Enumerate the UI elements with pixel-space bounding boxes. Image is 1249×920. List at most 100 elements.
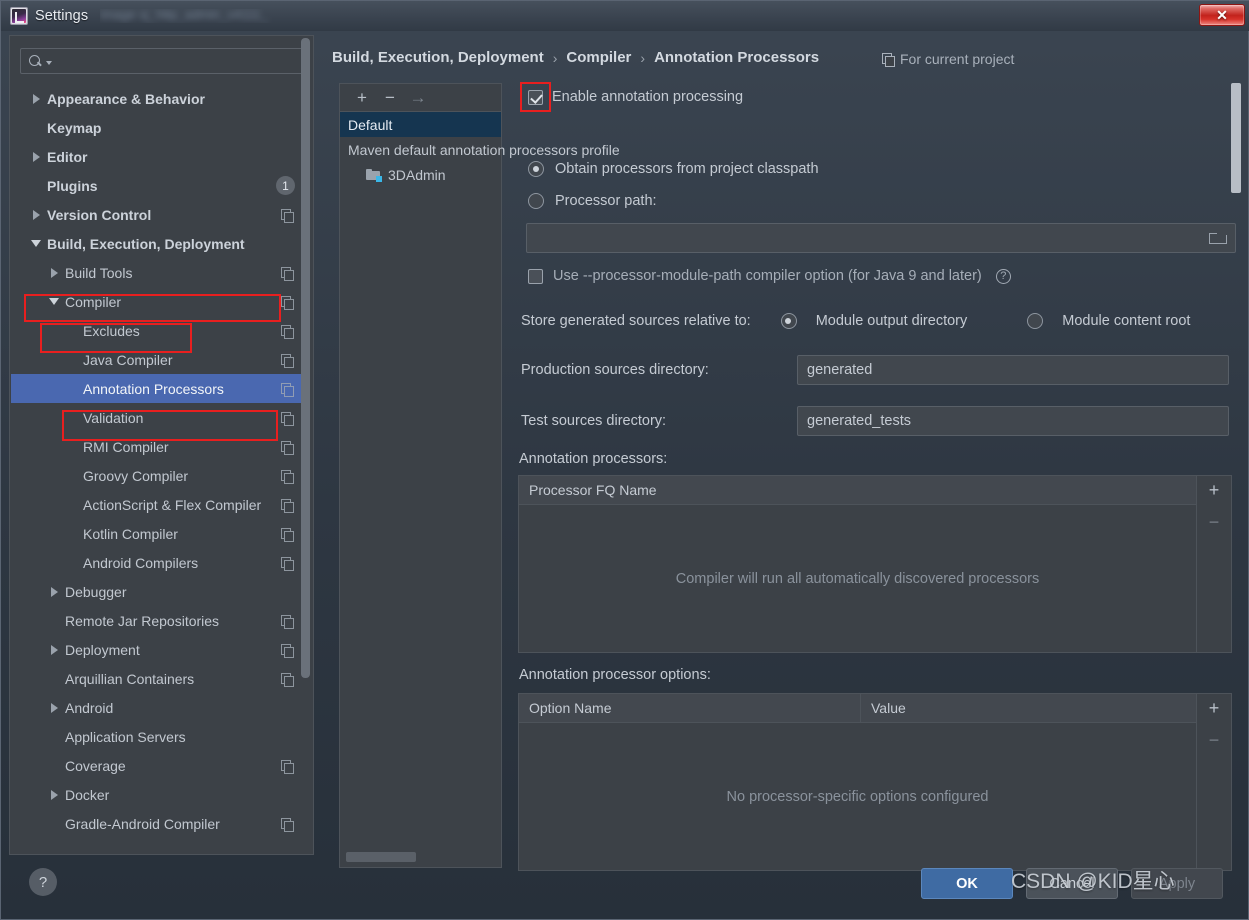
add-profile-button[interactable]: + [348, 86, 376, 110]
search-input[interactable] [52, 53, 302, 69]
project-scope-icon [281, 295, 294, 310]
production-sources-input[interactable]: generated [797, 355, 1229, 385]
project-scope-icon [882, 53, 895, 67]
remove-processor-button[interactable]: − [1209, 513, 1220, 531]
chevron-right-icon[interactable] [47, 267, 61, 278]
settings-sidebar: Appearance & Behavior Keymap Editor Plugins… [9, 35, 314, 855]
help-icon[interactable]: ? [995, 268, 1011, 284]
project-scope-icon [281, 643, 294, 658]
processor-module-path-checkbox[interactable] [528, 268, 543, 284]
column-header-option-name[interactable]: Option Name [519, 694, 860, 722]
test-sources-row: Test sources directory: generated_tests [521, 406, 1229, 436]
module-content-root-radio[interactable] [1027, 313, 1044, 329]
sidebar-item-compiler[interactable]: Compiler [11, 287, 307, 316]
options-table-body[interactable]: No processor-specific options configured [519, 723, 1196, 870]
sidebar-item-arquillian-containers[interactable]: Arquillian Containers [11, 664, 307, 693]
content-scrollbar[interactable] [1231, 83, 1241, 868]
breadcrumb-item-1[interactable]: Compiler [566, 49, 631, 66]
sidebar-item-label: Appearance & Behavior [47, 90, 205, 107]
search-box[interactable] [20, 48, 303, 74]
column-header-value[interactable]: Value [860, 694, 1196, 722]
column-header-processor-fq-name[interactable]: Processor FQ Name [519, 476, 1196, 504]
sidebar-item-plugins[interactable]: Plugins 1 [11, 171, 307, 200]
chevron-right-icon[interactable] [29, 209, 43, 220]
processors-table-body[interactable]: Compiler will run all automatically disc… [519, 505, 1196, 652]
sidebar-item-deployment[interactable]: Deployment [11, 635, 307, 664]
sidebar-item-java-compiler[interactable]: Java Compiler [11, 345, 307, 374]
sidebar-item-remote-jar-repositories[interactable]: Remote Jar Repositories [11, 606, 307, 635]
title-bar: Settings image xj_http_admin_v4111_ ✕ [1, 1, 1249, 31]
sidebar-item-build-execution-deployment[interactable]: Build, Execution, Deployment [11, 229, 307, 258]
sidebar-item-gradle-android-compiler[interactable]: Gradle-Android Compiler [11, 809, 307, 838]
processor-path-row[interactable]: Processor path: [528, 193, 657, 209]
sidebar-item-validation[interactable]: Validation [11, 403, 307, 432]
sidebar-item-actionscript-flex-compiler[interactable]: ActionScript & Flex Compiler [11, 490, 307, 519]
profile-list-item[interactable]: Default [340, 112, 501, 137]
profile-list-item-label: Default [348, 116, 393, 133]
sidebar-item-build-tools[interactable]: Build Tools [11, 258, 307, 287]
annotation-processor-options-title: Annotation processor options: [519, 667, 711, 683]
sidebar-scrollbar[interactable] [301, 38, 310, 804]
profile-list-item-label: Maven default annotation processors prof… [348, 141, 620, 158]
folder-icon[interactable] [1209, 231, 1227, 245]
sidebar-item-application-servers[interactable]: Application Servers [11, 722, 307, 751]
obtain-from-classpath-row[interactable]: Obtain processors from project classpath [528, 161, 819, 177]
sidebar-item-label: Kotlin Compiler [83, 525, 178, 542]
add-processor-button[interactable]: + [1209, 481, 1220, 499]
processors-table-grid: Processor FQ Name Compiler will run all … [519, 476, 1197, 652]
profile-list-item[interactable]: Maven default annotation processors prof… [340, 137, 620, 162]
add-option-button[interactable]: + [1209, 699, 1220, 717]
sidebar-item-coverage[interactable]: Coverage [11, 751, 307, 780]
sidebar-item-version-control[interactable]: Version Control [11, 200, 307, 229]
obtain-from-classpath-radio[interactable] [528, 161, 544, 177]
chevron-down-icon[interactable] [47, 298, 61, 305]
processor-module-path-row[interactable]: Use --processor-module-path compiler opt… [528, 268, 1011, 284]
sidebar-item-keymap[interactable]: Keymap [11, 113, 307, 142]
sidebar-item-kotlin-compiler[interactable]: Kotlin Compiler [11, 519, 307, 548]
module-content-root-label: Module content root [1062, 313, 1191, 329]
sidebar-item-docker[interactable]: Docker [11, 780, 307, 809]
sidebar-item-rmi-compiler[interactable]: RMI Compiler [11, 432, 307, 461]
breadcrumb-item-2[interactable]: Annotation Processors [654, 49, 819, 66]
sidebar-item-android[interactable]: Android [11, 693, 307, 722]
close-icon[interactable]: ✕ [1199, 4, 1245, 26]
sidebar-scrollbar-thumb[interactable] [301, 38, 310, 678]
sidebar-item-groovy-compiler[interactable]: Groovy Compiler [11, 461, 307, 490]
sidebar-item-android-compilers[interactable]: Android Compilers [11, 548, 307, 577]
watermark: CSDN @KID星心 [1011, 870, 1175, 893]
project-scope-icon [281, 382, 294, 397]
move-profile-button[interactable]: → [404, 86, 432, 110]
sidebar-item-editor[interactable]: Editor [11, 142, 307, 171]
content-scrollbar-thumb[interactable] [1231, 83, 1241, 193]
sidebar-item-label: Groovy Compiler [83, 467, 189, 484]
breadcrumb-item-0[interactable]: Build, Execution, Deployment [332, 49, 544, 66]
sidebar-item-excludes[interactable]: Excludes [11, 316, 307, 345]
sidebar-item-appearance-behavior[interactable]: Appearance & Behavior [11, 84, 307, 113]
profile-list-item[interactable]: 3DAdmin [340, 162, 501, 187]
ok-button[interactable]: OK [921, 868, 1013, 899]
remove-option-button[interactable]: − [1209, 731, 1220, 749]
chevron-right-icon[interactable] [47, 586, 61, 597]
processor-path-label: Processor path: [555, 193, 657, 209]
enable-annotation-processing-checkbox[interactable] [528, 89, 543, 105]
chevron-right-icon[interactable] [47, 702, 61, 713]
chevron-right-icon[interactable] [29, 151, 43, 162]
processors-table-empty-text: Compiler will run all automatically disc… [675, 570, 1040, 587]
module-output-directory-radio[interactable] [780, 313, 797, 329]
remove-profile-button[interactable]: − [376, 86, 404, 110]
chevron-down-icon[interactable] [29, 240, 43, 247]
chevron-right-icon[interactable] [47, 644, 61, 655]
test-sources-input[interactable]: generated_tests [797, 406, 1229, 436]
enable-annotation-processing-row[interactable]: Enable annotation processing [528, 89, 743, 105]
sidebar-item-debugger[interactable]: Debugger [11, 577, 307, 606]
chevron-right-icon[interactable] [29, 93, 43, 104]
sidebar-item-annotation-processors[interactable]: Annotation Processors [11, 374, 307, 403]
project-scope-icon [281, 614, 294, 629]
profiles-panel: + − → Default Maven default annotation pr… [339, 83, 620, 868]
sidebar-item-label: Plugins [47, 177, 98, 194]
help-button[interactable]: ? [29, 868, 57, 896]
chevron-right-icon[interactable] [47, 789, 61, 800]
title-blurred-label: image xj_http_admin_v4111_ [100, 9, 269, 22]
processor-path-radio[interactable] [528, 193, 544, 209]
processor-path-input[interactable] [526, 223, 1236, 253]
